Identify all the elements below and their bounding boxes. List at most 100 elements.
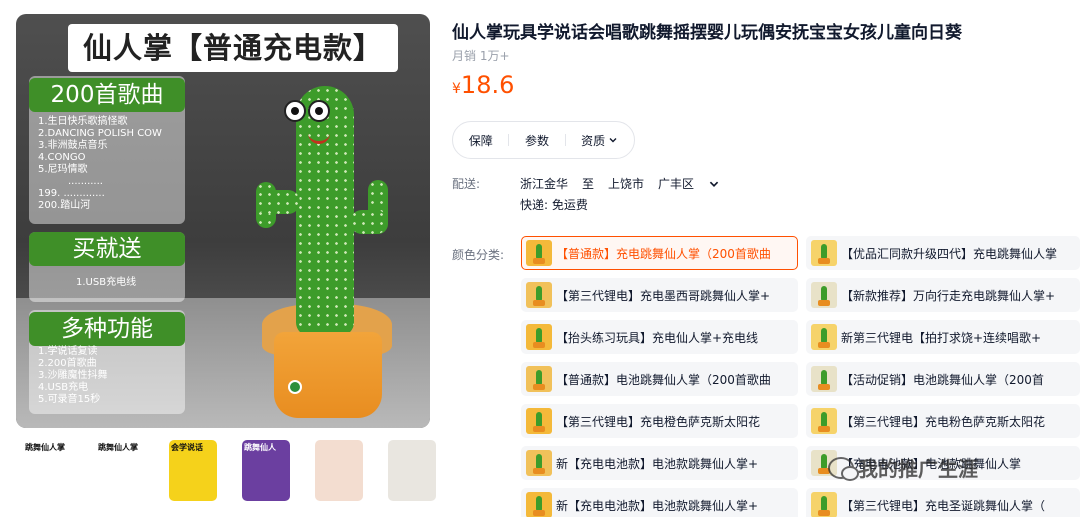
feature-item: 2.DANCING POLISH COW	[38, 128, 162, 139]
tab-divider	[564, 134, 566, 146]
feature-item: 200.踏山河	[38, 200, 91, 211]
main-product-image[interactable]: 仙人掌【普通充电款】 200首歌曲 1.生日快乐歌搞怪歌 2.DANCING P…	[16, 14, 430, 428]
sku-option[interactable]: 【第三代锂电】充电橙色萨克斯太阳花	[521, 404, 798, 438]
sku-option[interactable]: 【第三代锂电】充电圣诞跳舞仙人掌（	[806, 488, 1080, 517]
thumbnail-6[interactable]	[388, 440, 436, 501]
location-chevron-down-icon[interactable]	[708, 178, 720, 190]
sku-swatch	[811, 324, 837, 350]
feature-heading-songs: 200首歌曲	[29, 78, 185, 112]
sku-option-label: 【第三代锂电】充电橙色萨克斯太阳花	[556, 414, 761, 429]
cactus-right-arm-joint	[350, 210, 388, 234]
cactus-body	[296, 86, 354, 336]
feature-list-gift: 1.USB充电线	[76, 277, 226, 289]
thumbnail-caption: 会学说话	[171, 443, 203, 452]
tab-divider	[508, 134, 510, 146]
thumbnail-4[interactable]: 跳舞仙人	[242, 440, 290, 501]
sku-option-label: 【第三代锂电】充电粉色萨克斯太阳花	[841, 414, 1046, 429]
shipping-fee: 快递: 免运费	[520, 198, 588, 212]
watermark: 我的推广生涯	[828, 453, 978, 482]
tab-label: 资质	[581, 133, 606, 148]
product-price: ¥18.6	[452, 71, 514, 99]
sku-option[interactable]: 新【充电电池款】电池款跳舞仙人掌+	[521, 446, 798, 480]
tab-label: 参数	[524, 133, 549, 148]
sku-swatch	[811, 408, 837, 434]
shipping-label: 配送:	[452, 177, 481, 191]
sku-option-label: 【抬头练习玩具】充电仙人掌+充电线	[556, 330, 759, 345]
sku-option-label: 新第三代锂电【拍打求饶+连续唱歌+	[841, 330, 1042, 345]
thumbnail-2[interactable]: 跳舞仙人掌	[96, 440, 144, 501]
feature-item: 1.生日快乐歌搞怪歌	[38, 116, 128, 127]
price-currency: ¥	[452, 81, 461, 97]
sku-option[interactable]: 【抬头练习玩具】充电仙人掌+充电线	[521, 320, 798, 354]
sku-option-label: 新【充电电池款】电池款跳舞仙人掌+	[556, 498, 759, 513]
sku-swatch	[811, 240, 837, 266]
sku-option-label: 【新款推荐】万向行走充电跳舞仙人掌+	[841, 288, 1056, 303]
feature-heading-gift: 买就送	[29, 232, 185, 266]
ship-district[interactable]: 广丰区	[658, 175, 694, 192]
tab-params[interactable]: 参数	[525, 132, 549, 149]
sku-option-label: 【第三代锂电】充电墨西哥跳舞仙人掌+	[556, 288, 771, 303]
sku-option[interactable]: 新第三代锂电【拍打求饶+连续唱歌+	[806, 320, 1080, 354]
feature-item: 4.CONGO	[38, 152, 86, 163]
pot-badge	[288, 380, 302, 394]
cactus-right-eye	[308, 100, 330, 122]
sku-swatch	[526, 450, 552, 476]
product-title: 仙人掌玩具学说话会唱歌跳舞摇摆婴儿玩偶安抚宝宝女孩儿童向日葵	[452, 23, 962, 43]
sku-swatch	[526, 408, 552, 434]
sku-option[interactable]: 【新款推荐】万向行走充电跳舞仙人掌+	[806, 278, 1080, 312]
ship-city[interactable]: 上饶市	[608, 175, 644, 192]
info-tabs: 保障 参数 资质	[452, 121, 635, 159]
sku-swatch	[811, 492, 837, 517]
sku-option[interactable]: 【普通款】充电跳舞仙人掌（200首歌曲	[521, 236, 798, 270]
sku-option-label: 【优品汇同款升级四代】充电跳舞仙人掌	[841, 246, 1058, 261]
wechat-icon	[828, 456, 859, 481]
cactus-left-eye	[284, 100, 306, 122]
feature-item: 3.沙雕魔性抖舞	[38, 370, 108, 381]
ship-from: 浙江金华	[520, 177, 569, 191]
feature-item: ...........	[68, 176, 103, 187]
sku-swatch	[811, 282, 837, 308]
sku-swatch	[811, 366, 837, 392]
sku-swatch	[526, 324, 552, 350]
tab-guarantee[interactable]: 保障	[469, 132, 493, 149]
thumbnail-5[interactable]	[315, 440, 363, 501]
sku-label: 颜色分类:	[452, 248, 505, 262]
sku-option[interactable]: 【普通款】电池跳舞仙人掌（200首歌曲	[521, 362, 798, 396]
watermark-text: 我的推广生涯	[858, 457, 978, 481]
thumbnail-caption: 跳舞仙人掌	[98, 443, 138, 452]
sku-option[interactable]: 【第三代锂电】充电墨西哥跳舞仙人掌+	[521, 278, 798, 312]
feature-item: 1.USB充电线	[76, 277, 137, 288]
sku-swatch	[526, 282, 552, 308]
feature-item: 5.可录音15秒	[38, 394, 101, 405]
feature-item: 3.非洲鼓点音乐	[38, 140, 108, 151]
sku-option[interactable]: 【优品汇同款升级四代】充电跳舞仙人掌	[806, 236, 1080, 270]
flower-pot	[274, 332, 382, 418]
tab-label: 保障	[468, 133, 493, 148]
sku-option-label: 【活动促销】电池跳舞仙人掌（200首	[841, 372, 1044, 387]
sku-swatch	[526, 492, 552, 517]
sku-swatch	[526, 366, 552, 392]
thumbnail-strip: 跳舞仙人掌 跳舞仙人掌 会学说话 跳舞仙人	[23, 440, 436, 501]
tab-qualification[interactable]: 资质	[581, 132, 618, 149]
sku-option-label: 新【充电电池款】电池款跳舞仙人掌+	[556, 456, 759, 471]
monthly-sales: 月销 1万+	[452, 49, 510, 63]
thumbnail-1[interactable]: 跳舞仙人掌	[23, 440, 71, 501]
sku-option[interactable]: 【活动促销】电池跳舞仙人掌（200首	[806, 362, 1080, 396]
feature-item: 5.尼玛情歌	[38, 164, 88, 175]
sku-option[interactable]: 【第三代锂电】充电粉色萨克斯太阳花	[806, 404, 1080, 438]
feature-list-functions: 1.学说话复读 2.200首歌曲 3.沙雕魔性抖舞 4.USB充电 5.可录音1…	[38, 346, 188, 406]
chevron-down-icon	[609, 138, 617, 143]
thumbnail-caption: 跳舞仙人	[244, 443, 276, 452]
sku-option[interactable]: 新【充电电池款】电池款跳舞仙人掌+	[521, 488, 798, 517]
cactus-left-arm-joint	[256, 190, 300, 214]
shipping-route: 浙江金华 至 上饶市 广丰区	[520, 175, 720, 192]
thumbnail-3[interactable]: 会学说话	[169, 440, 217, 501]
feature-item: 199. .............	[38, 188, 105, 199]
sku-swatch	[526, 240, 552, 266]
feature-heading-functions: 多种功能	[29, 312, 185, 346]
ship-to-word: 至	[582, 177, 595, 191]
thumbnail-caption: 跳舞仙人掌	[25, 443, 65, 452]
image-banner-title: 仙人掌【普通充电款】	[68, 24, 398, 72]
feature-item: 2.200首歌曲	[38, 358, 97, 369]
feature-item: 1.学说话复读	[38, 346, 98, 357]
